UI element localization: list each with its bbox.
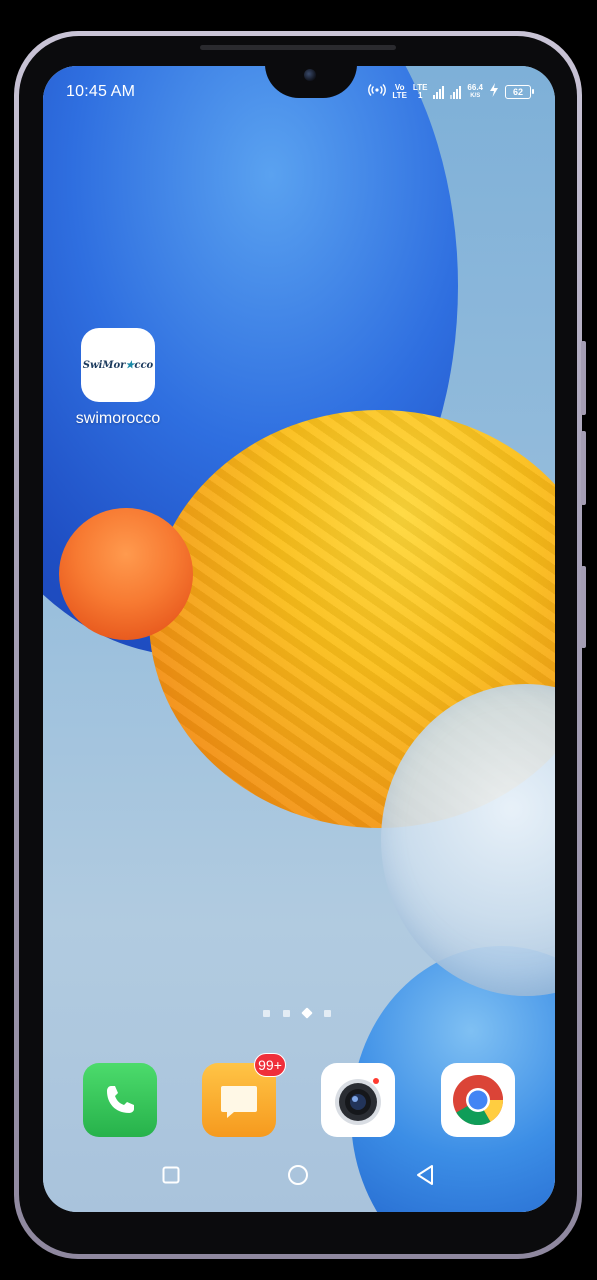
- swimorocco-app-label[interactable]: swimorocco: [61, 410, 175, 428]
- signal-strength-icon-2: [450, 85, 462, 99]
- volte-lte-text: LTE: [392, 91, 407, 100]
- front-camera: [304, 69, 316, 81]
- earpiece-speaker: [200, 45, 396, 50]
- home-icon: [288, 1165, 308, 1185]
- sim-number-text: 1: [417, 91, 423, 100]
- messages-unread-badge: 99+: [254, 1053, 286, 1077]
- back-button[interactable]: [413, 1163, 437, 1187]
- lte-indicator: LTE 1: [413, 84, 428, 100]
- chrome-app-button[interactable]: [441, 1063, 515, 1137]
- phone-icon: [107, 1086, 134, 1113]
- signal-strength-icon-1: [433, 85, 445, 99]
- recents-button[interactable]: [159, 1163, 183, 1187]
- home-screen: 10:45 AM Vo LTE LTE 1 66.4 K/S 62 SwiMor…: [43, 66, 555, 1212]
- hotspot-icon: [368, 83, 387, 102]
- swimorocco-logo: SwiMor★cco: [82, 359, 154, 371]
- back-icon: [417, 1165, 433, 1185]
- network-speed-unit: K/S: [470, 93, 481, 99]
- status-time: 10:45 AM: [66, 83, 136, 100]
- wallpaper-orange-sphere: [59, 508, 193, 640]
- chrome-icon: [453, 1075, 504, 1126]
- page-dot-4[interactable]: [324, 1009, 331, 1017]
- page-indicator: [263, 1007, 331, 1019]
- page-dot-1[interactable]: [263, 1009, 270, 1017]
- wallpaper: [43, 66, 555, 1212]
- recents-icon: [162, 1166, 180, 1184]
- messages-app-button[interactable]: 99+: [202, 1053, 286, 1137]
- page-dot-2[interactable]: [283, 1009, 290, 1017]
- network-speed-value: 66.4: [467, 83, 483, 92]
- volte-indicator: Vo LTE: [392, 84, 407, 100]
- camera-app-button[interactable]: [321, 1063, 395, 1137]
- status-icons: Vo LTE LTE 1 66.4 K/S 62: [368, 82, 534, 102]
- camera-icon: [335, 1078, 381, 1125]
- charging-icon: [489, 82, 499, 102]
- volume-up-button: [581, 341, 586, 415]
- phone-app-button[interactable]: [83, 1063, 157, 1137]
- page-dot-3-active[interactable]: [301, 1007, 313, 1019]
- swimorocco-app-icon[interactable]: SwiMor★cco: [81, 328, 155, 402]
- battery-icon: 62: [505, 85, 534, 99]
- home-button[interactable]: [286, 1163, 310, 1187]
- network-speed: 66.4 K/S: [467, 84, 483, 100]
- volume-down-button: [581, 431, 586, 505]
- power-button: [581, 566, 586, 648]
- messages-icon: [221, 1086, 257, 1118]
- battery-level: 62: [512, 87, 523, 97]
